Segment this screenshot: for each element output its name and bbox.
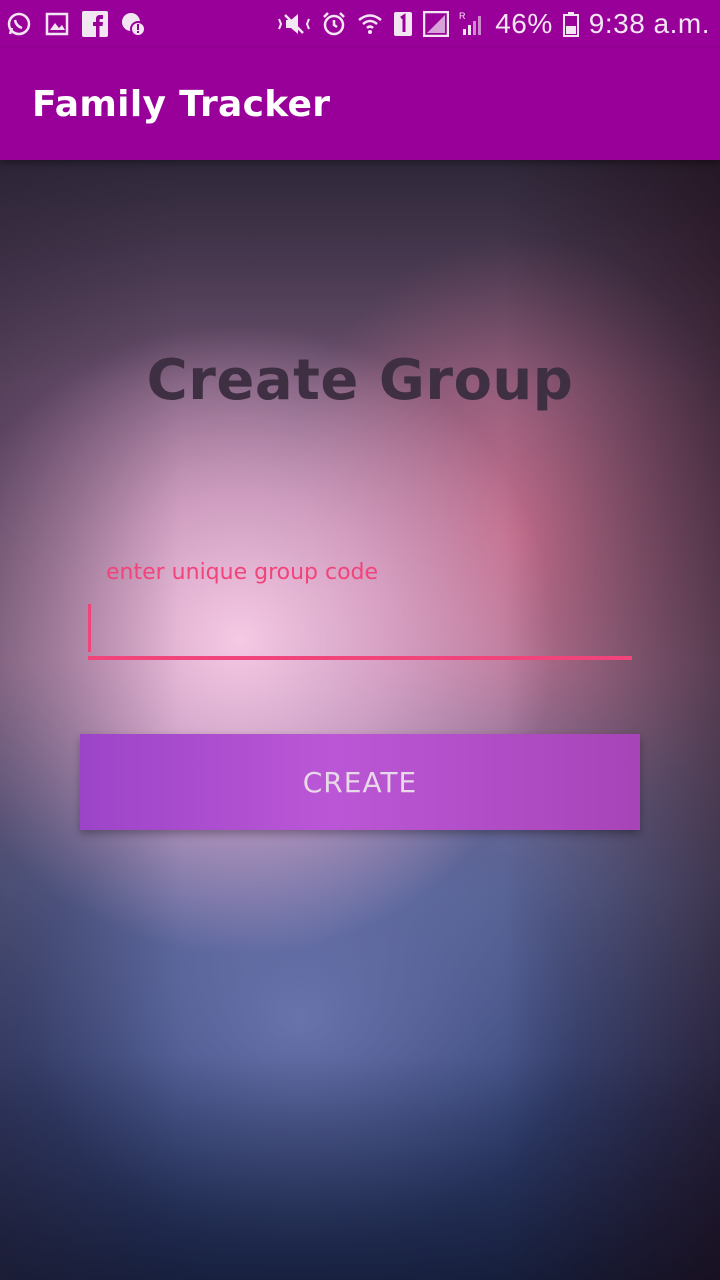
sim1-icon <box>393 11 413 37</box>
gallery-icon <box>44 11 70 37</box>
battery-percent: 46% <box>495 8 553 39</box>
clock: 9:38 a.m. <box>588 8 710 39</box>
roaming-signal-icon: R <box>459 11 485 37</box>
create-group-screen: Create Group enter unique group code CRE… <box>0 160 720 1280</box>
group-code-input[interactable] <box>88 600 632 656</box>
facebook-icon <box>82 11 108 37</box>
whatsapp-icon <box>6 11 32 37</box>
signal-icon <box>423 11 450 37</box>
status-bar: R 46% 9:38 a.m. <box>0 0 720 48</box>
group-code-label: enter unique group code <box>106 560 379 585</box>
app-title: Family Tracker <box>32 83 331 125</box>
input-underline <box>88 656 632 660</box>
group-code-field[interactable]: enter unique group code <box>88 560 632 660</box>
alarm-icon <box>321 11 347 37</box>
app-bar: Family Tracker <box>0 48 720 160</box>
page-title: Create Group <box>146 348 574 413</box>
wifi-icon <box>357 11 383 37</box>
svg-text:R: R <box>459 11 466 21</box>
chat-alert-icon <box>120 11 146 37</box>
create-button[interactable]: CREATE <box>80 734 640 830</box>
notification-icons <box>6 11 146 37</box>
battery-icon <box>562 11 579 37</box>
vibrate-icon <box>277 11 311 37</box>
system-icons: R 46% 9:38 a.m. <box>277 8 710 40</box>
text-cursor <box>88 604 91 652</box>
